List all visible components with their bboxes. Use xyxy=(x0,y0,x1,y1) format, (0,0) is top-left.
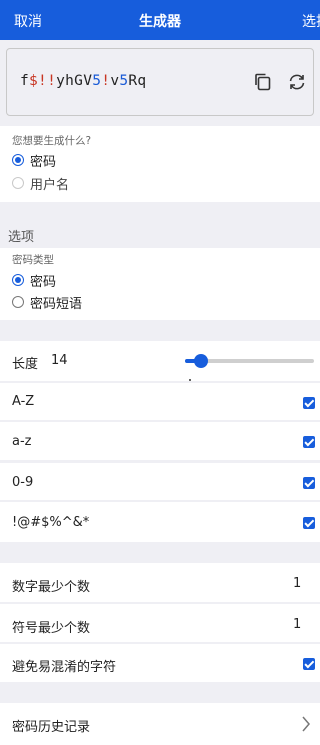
nav-bar: 取消 生成器 选择 xyxy=(0,0,320,40)
password-type-label: 密码类型 xyxy=(12,254,54,266)
length-label: 长度 xyxy=(12,357,39,372)
password-history-row[interactable]: 密码历史记录 xyxy=(0,703,320,745)
generated-password-card: f$!!yhGV5!v5Rq xyxy=(6,48,314,116)
radio-selected-icon[interactable] xyxy=(12,274,24,286)
charset-lowercase-label: a-z xyxy=(12,434,32,449)
radio-type-password-label: 密码 xyxy=(30,274,57,290)
charset-numbers-label: 0-9 xyxy=(12,475,34,490)
radio-unselected-icon[interactable] xyxy=(12,177,24,189)
select-button[interactable]: 选择 xyxy=(302,11,320,31)
charset-row-numbers[interactable]: 0-9 xyxy=(0,463,320,500)
charset-row-special[interactable]: !@#$%^&* xyxy=(0,502,320,542)
checkbox-checked-icon[interactable] xyxy=(303,436,315,448)
radio-type-passphrase-label: 密码短语 xyxy=(30,296,83,312)
generate-type-section: 您想要生成什么? 密码 用户名 xyxy=(0,126,320,202)
min-special-value[interactable]: 1 xyxy=(293,617,301,632)
generate-type-label: 您想要生成什么? xyxy=(12,135,92,147)
length-value: 14 xyxy=(51,353,68,368)
password-history-label: 密码历史记录 xyxy=(12,720,91,735)
refresh-icon[interactable] xyxy=(286,71,308,93)
min-numbers-row[interactable]: 数字最少个数 1 xyxy=(0,563,320,602)
radio-selected-icon[interactable] xyxy=(12,154,24,166)
min-numbers-label: 数字最少个数 xyxy=(12,580,91,595)
avoid-ambiguous-row[interactable]: 避免易混淆的字符 xyxy=(0,644,320,682)
radio-password[interactable]: 密码 xyxy=(12,151,57,170)
generated-password: f$!!yhGV5!v5Rq xyxy=(20,73,146,89)
page-title: 生成器 xyxy=(139,14,181,30)
options-header: 选项 xyxy=(8,230,35,245)
decorative-dot xyxy=(189,379,191,381)
password-segment-symbol: ! xyxy=(101,73,111,89)
radio-password-label: 密码 xyxy=(30,154,57,170)
length-slider[interactable] xyxy=(185,354,314,368)
radio-username-label: 用户名 xyxy=(30,177,70,193)
checkbox-checked-icon[interactable] xyxy=(303,477,315,489)
charset-row-uppercase[interactable]: A-Z xyxy=(0,383,320,420)
charset-row-lowercase[interactable]: a-z xyxy=(0,422,320,460)
checkbox-checked-icon[interactable] xyxy=(303,658,315,670)
chevron-right-icon[interactable] xyxy=(301,715,311,733)
password-segment-letter: yhGV xyxy=(56,73,93,89)
min-special-label: 符号最少个数 xyxy=(12,621,91,636)
password-segment-letter: Rq xyxy=(128,73,147,89)
radio-unselected-icon[interactable] xyxy=(12,296,24,308)
min-special-row[interactable]: 符号最少个数 1 xyxy=(0,604,320,642)
radio-type-passphrase[interactable]: 密码短语 xyxy=(12,293,83,312)
password-segment-symbol: $!! xyxy=(29,73,57,89)
password-segment-letter: v xyxy=(110,73,120,89)
copy-icon[interactable] xyxy=(252,71,274,93)
radio-type-password[interactable]: 密码 xyxy=(12,271,57,290)
charset-special-label: !@#$%^&* xyxy=(12,515,90,530)
checkbox-checked-icon[interactable] xyxy=(303,517,315,529)
charset-uppercase-label: A-Z xyxy=(12,394,35,409)
password-segment-letter: f xyxy=(20,73,30,89)
password-type-section: 密码类型 密码 密码短语 xyxy=(0,248,320,320)
password-segment-number: 5 xyxy=(92,73,102,89)
radio-username[interactable]: 用户名 xyxy=(12,174,70,193)
avoid-ambiguous-label: 避免易混淆的字符 xyxy=(12,660,117,675)
checkbox-checked-icon[interactable] xyxy=(303,397,315,409)
min-numbers-value[interactable]: 1 xyxy=(293,576,301,591)
